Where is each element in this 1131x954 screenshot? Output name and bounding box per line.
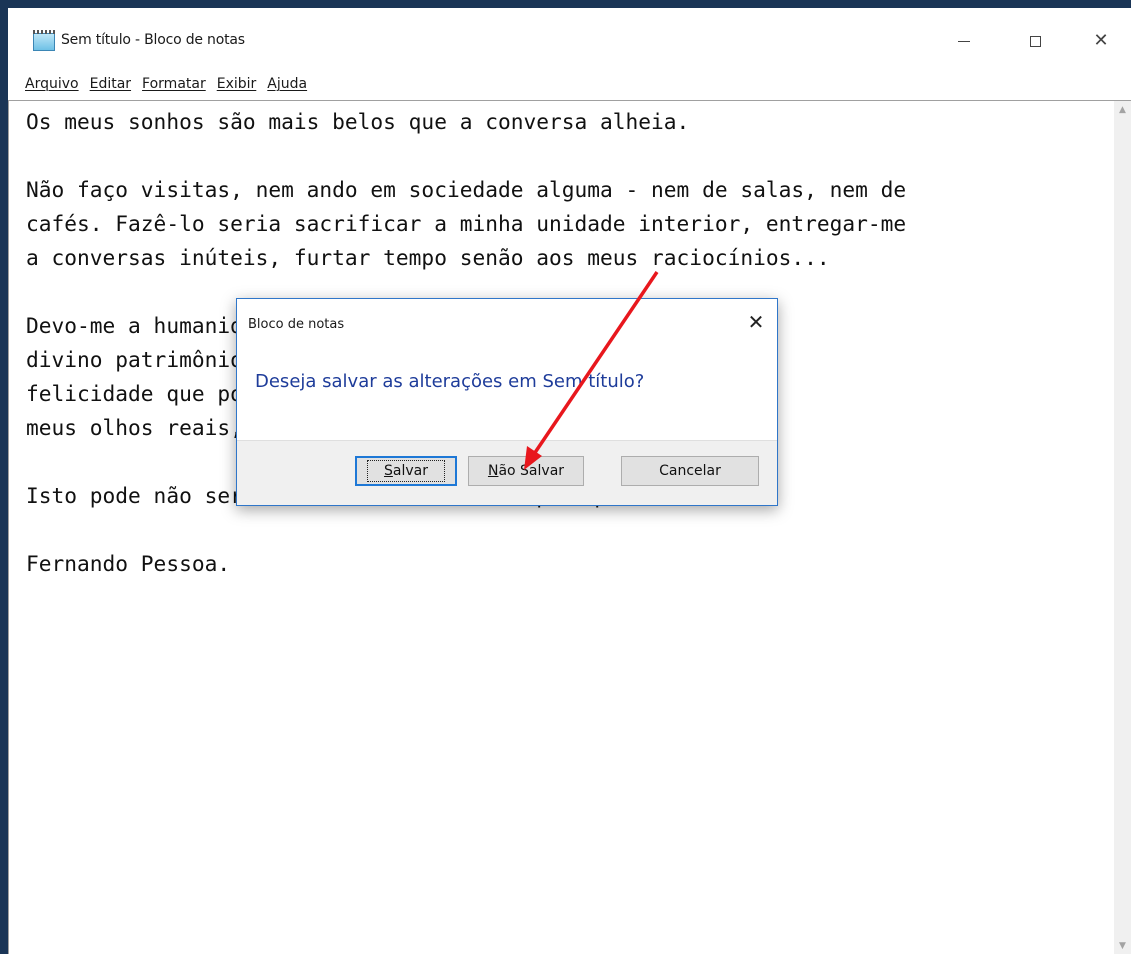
maximize-icon <box>1029 35 1041 47</box>
minimize-icon <box>958 40 970 42</box>
close-icon: ✕ <box>1093 30 1109 51</box>
minimize-button[interactable] <box>941 26 987 56</box>
menu-ajuda[interactable]: Ajuda <box>267 76 307 92</box>
scroll-down-icon[interactable]: ▼ <box>1114 937 1131 954</box>
dialog-close-button[interactable]: ✕ <box>743 309 769 335</box>
close-button[interactable]: ✕ <box>1078 26 1124 56</box>
menu-formatar[interactable]: Formatar <box>142 76 206 92</box>
maximize-button[interactable] <box>1012 26 1058 56</box>
menu-arquivo[interactable]: Arquivo <box>25 76 79 92</box>
menu-exibir[interactable]: Exibir <box>217 76 257 92</box>
save-button-label: Salvar <box>367 460 445 482</box>
window-title: Sem título - Bloco de notas <box>61 32 245 48</box>
dialog-button-bar: Salvar Não Salvar Cancelar <box>237 440 777 505</box>
dont-save-button-label: Não Salvar <box>487 463 565 479</box>
dialog-message: Deseja salvar as alterações em Sem títul… <box>255 371 645 392</box>
text-editor[interactable]: Os meus sonhos são mais belos que a conv… <box>8 100 1131 954</box>
menu-editar[interactable]: Editar <box>90 76 131 92</box>
title-bar: Sem título - Bloco de notas ✕ <box>8 8 1131 70</box>
vertical-scrollbar[interactable]: ▲ ▼ <box>1114 101 1131 954</box>
menu-bar: Arquivo Editar Formatar Exibir Ajuda <box>8 70 1131 98</box>
dont-save-button[interactable]: Não Salvar <box>468 456 584 486</box>
save-changes-dialog: Bloco de notas ✕ Deseja salvar as altera… <box>236 298 778 506</box>
save-button[interactable]: Salvar <box>355 456 457 486</box>
notepad-icon <box>33 30 55 51</box>
cancel-button[interactable]: Cancelar <box>621 456 759 486</box>
scroll-up-icon[interactable]: ▲ <box>1114 101 1131 118</box>
dialog-title: Bloco de notas <box>248 317 345 332</box>
